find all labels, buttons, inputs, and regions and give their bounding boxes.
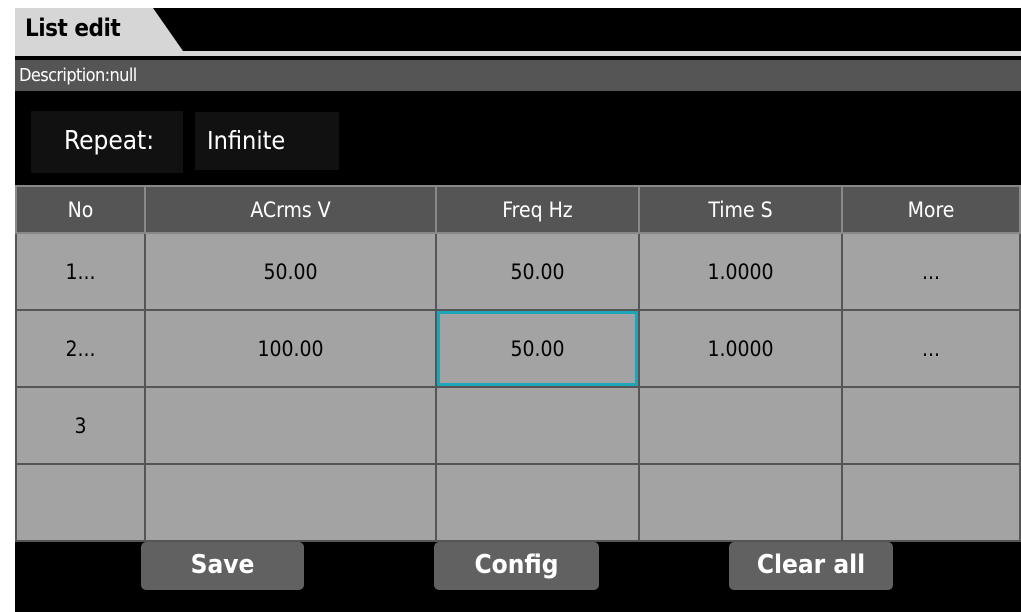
save-button[interactable]: Save xyxy=(141,542,304,590)
description-text: Description:null xyxy=(19,65,137,86)
table-row xyxy=(15,463,1021,542)
column-header-no: No xyxy=(15,185,146,234)
repeat-value: Infinite xyxy=(207,126,286,155)
column-header-time: Time S xyxy=(638,185,843,234)
cell-time[interactable] xyxy=(638,463,843,542)
cell-more[interactable] xyxy=(841,463,1021,542)
column-header-freq: Freq Hz xyxy=(435,185,640,234)
cell-acrms[interactable] xyxy=(144,386,437,465)
cell-more[interactable]: ... xyxy=(841,309,1021,388)
repeat-label: Repeat: xyxy=(64,126,155,156)
cell-time[interactable]: 1.0000 xyxy=(638,309,843,388)
cell-freq[interactable]: 50.00 xyxy=(435,232,640,311)
table-row: 2... 100.00 50.00 1.0000 ... xyxy=(15,309,1021,388)
config-button[interactable]: Config xyxy=(434,542,599,590)
cell-no[interactable]: 3 xyxy=(15,386,146,465)
title-bar: List edit xyxy=(15,8,1021,51)
column-header-acrms: ACrms V xyxy=(144,185,437,234)
title-underline xyxy=(15,51,1021,56)
cell-acrms[interactable]: 100.00 xyxy=(144,309,437,388)
repeat-label-box: Repeat: xyxy=(31,111,183,173)
cell-time[interactable] xyxy=(638,386,843,465)
table-header-row: No ACrms V Freq Hz Time S More xyxy=(15,185,1021,234)
column-header-more: More xyxy=(841,185,1021,234)
cell-no[interactable]: 1... xyxy=(15,232,146,311)
list-table: No ACrms V Freq Hz Time S More 1... 50.0… xyxy=(15,185,1021,542)
table-row: 1... 50.00 50.00 1.0000 ... xyxy=(15,232,1021,311)
description-bar: Description:null xyxy=(15,60,1021,91)
device-screen: List edit Description:null Repeat: Infin… xyxy=(15,8,1021,612)
cell-time[interactable]: 1.0000 xyxy=(638,232,843,311)
cell-no[interactable] xyxy=(15,463,146,542)
title-tab: List edit xyxy=(15,8,183,51)
cell-acrms[interactable] xyxy=(144,463,437,542)
cell-more[interactable]: ... xyxy=(841,232,1021,311)
cell-acrms[interactable]: 50.00 xyxy=(144,232,437,311)
table-row: 3 xyxy=(15,386,1021,465)
cell-freq-selected[interactable]: 50.00 xyxy=(435,309,640,388)
repeat-value-field[interactable]: Infinite xyxy=(195,112,339,170)
page-title: List edit xyxy=(25,14,121,42)
cell-freq[interactable] xyxy=(435,463,640,542)
cell-freq[interactable] xyxy=(435,386,640,465)
cell-no[interactable]: 2... xyxy=(15,309,146,388)
clear-all-button[interactable]: Clear all xyxy=(729,542,893,590)
cell-more[interactable] xyxy=(841,386,1021,465)
